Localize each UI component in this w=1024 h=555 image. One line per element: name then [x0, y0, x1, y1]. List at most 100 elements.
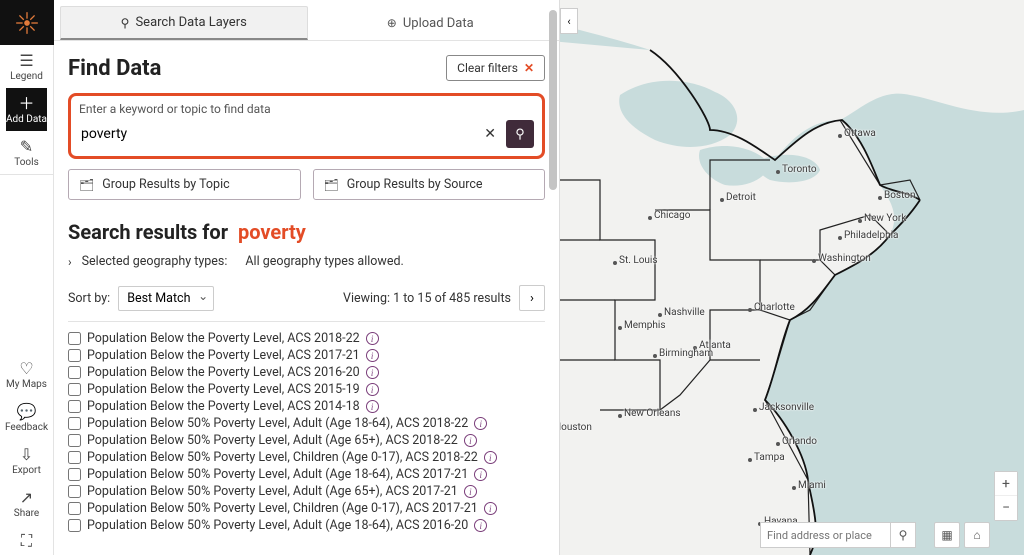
- next-page-button[interactable]: ›: [519, 285, 545, 311]
- city-label: Birmingham: [659, 348, 713, 359]
- rail-item-share[interactable]: ↗Share: [5, 482, 48, 525]
- zoom-control: + −: [994, 471, 1018, 521]
- result-checkbox[interactable]: [68, 400, 81, 413]
- results-title: Search results for poverty: [68, 220, 545, 244]
- result-item[interactable]: Population Below 50% Poverty Level, Adul…: [68, 432, 545, 449]
- result-checkbox[interactable]: [68, 502, 81, 515]
- city-label: Nashville: [664, 307, 705, 318]
- upload-icon: ⊕: [387, 16, 397, 30]
- zoom-in-button[interactable]: +: [995, 472, 1017, 496]
- search-button[interactable]: ⚲: [506, 120, 534, 148]
- city-label: Toronto: [782, 164, 817, 175]
- result-item[interactable]: Population Below the Poverty Level, ACS …: [68, 381, 545, 398]
- chevron-right-icon: ›: [68, 255, 72, 269]
- panel-title: Find Data: [68, 56, 161, 81]
- result-checkbox[interactable]: [68, 383, 81, 396]
- collapse-panel-button[interactable]: ‹: [560, 8, 578, 34]
- info-icon[interactable]: i: [474, 468, 487, 481]
- home-extent-button[interactable]: ⌂: [964, 522, 990, 548]
- info-icon[interactable]: i: [464, 485, 477, 498]
- sort-select[interactable]: Best Match: [118, 286, 214, 311]
- city-dot: [838, 134, 842, 138]
- result-checkbox[interactable]: [68, 451, 81, 464]
- info-icon[interactable]: i: [464, 434, 477, 447]
- city-dot: [776, 170, 780, 174]
- info-icon[interactable]: i: [484, 502, 497, 515]
- result-item[interactable]: Population Below 50% Poverty Level, Chil…: [68, 500, 545, 517]
- result-item[interactable]: Population Below 50% Poverty Level, Adul…: [68, 415, 545, 432]
- info-icon[interactable]: i: [366, 332, 379, 345]
- info-icon[interactable]: i: [366, 366, 379, 379]
- result-checkbox[interactable]: [68, 417, 81, 430]
- app-logo[interactable]: [0, 0, 54, 45]
- group-label: Group Results by Source: [347, 177, 483, 192]
- city-dot: [748, 458, 752, 462]
- result-item[interactable]: Population Below 50% Poverty Level, Chil…: [68, 449, 545, 466]
- city-dot: [613, 261, 617, 265]
- result-checkbox[interactable]: [68, 485, 81, 498]
- group-label: Group Results by Topic: [102, 177, 229, 192]
- zoom-out-button[interactable]: −: [995, 496, 1017, 520]
- result-item[interactable]: Population Below 50% Poverty Level, Adul…: [68, 466, 545, 483]
- result-item[interactable]: Population Below the Poverty Level, ACS …: [68, 330, 545, 347]
- result-label: Population Below 50% Poverty Level, Adul…: [87, 484, 458, 499]
- side-panel: ⚲ Search Data Layers ⊕ Upload Data Find …: [54, 0, 560, 555]
- clear-input-icon[interactable]: ✕: [478, 126, 502, 142]
- rail-item-my-maps[interactable]: ♡My Maps: [5, 353, 48, 396]
- group-by-source-button[interactable]: 🗂 Group Results by Source: [313, 169, 546, 200]
- rail-item-tools[interactable]: ✎ Tools: [6, 131, 47, 174]
- result-item[interactable]: Population Below the Poverty Level, ACS …: [68, 398, 545, 415]
- result-checkbox[interactable]: [68, 519, 81, 532]
- city-label: Detroit: [726, 192, 756, 203]
- result-checkbox[interactable]: [68, 434, 81, 447]
- rail-item-feedback[interactable]: 💬 Feedback: [5, 396, 48, 439]
- rail-item-add-data[interactable]: ＋Add Data: [6, 88, 47, 131]
- geo-label: Selected geography types:: [82, 254, 228, 269]
- tab-search-data[interactable]: ⚲ Search Data Layers: [60, 6, 308, 40]
- rail-item-fullscreen[interactable]: ⛶: [5, 525, 48, 555]
- search-icon: ⚲: [515, 127, 525, 142]
- result-checkbox[interactable]: [68, 366, 81, 379]
- basemap-button[interactable]: ▦: [934, 522, 960, 548]
- result-checkbox[interactable]: [68, 468, 81, 481]
- tools-icon: ✎: [20, 139, 33, 155]
- feedback-icon: 💬: [17, 404, 37, 420]
- add-data-icon: ＋: [18, 96, 34, 112]
- group-by-topic-button[interactable]: 🗂 Group Results by Topic: [68, 169, 301, 200]
- map-pane[interactable]: ‹ OttawaTorontoBostonNew YorkPhiladelphi…: [560, 0, 1024, 555]
- info-icon[interactable]: i: [474, 519, 487, 532]
- rail-label: Tools: [14, 157, 38, 168]
- rail-item-export[interactable]: ⇩Export: [5, 439, 48, 482]
- info-icon[interactable]: i: [366, 383, 379, 396]
- geo-value: All geography types allowed.: [245, 254, 403, 269]
- result-item[interactable]: Population Below 50% Poverty Level, Adul…: [68, 517, 545, 534]
- info-icon[interactable]: i: [366, 349, 379, 362]
- rail-item-legend[interactable]: ☰Legend: [6, 45, 47, 88]
- city-dot: [878, 196, 882, 200]
- rail-label: Legend: [10, 71, 43, 82]
- result-item[interactable]: Population Below 50% Poverty Level, Adul…: [68, 483, 545, 500]
- result-item[interactable]: Population Below the Poverty Level, ACS …: [68, 364, 545, 381]
- search-input[interactable]: [79, 122, 474, 146]
- city-dot: [792, 486, 796, 490]
- city-dot: [838, 236, 842, 240]
- result-label: Population Below the Poverty Level, ACS …: [87, 331, 360, 346]
- address-input[interactable]: [760, 522, 890, 548]
- info-icon[interactable]: i: [474, 417, 487, 430]
- search-label: Enter a keyword or topic to find data: [79, 102, 534, 116]
- info-icon[interactable]: i: [366, 400, 379, 413]
- result-checkbox[interactable]: [68, 332, 81, 345]
- map-tools: ▦ ⌂: [934, 522, 990, 548]
- result-item[interactable]: Population Below the Poverty Level, ACS …: [68, 347, 545, 364]
- panel-scrollbar[interactable]: [549, 0, 557, 555]
- geo-types-row[interactable]: › Selected geography types: All geograph…: [68, 254, 545, 269]
- result-checkbox[interactable]: [68, 349, 81, 362]
- rail-label: Feedback: [5, 422, 48, 433]
- sort-label: Sort by:: [68, 291, 110, 306]
- results-list: Population Below the Poverty Level, ACS …: [68, 330, 545, 551]
- tab-upload-data[interactable]: ⊕ Upload Data: [308, 6, 554, 40]
- basemap: [560, 0, 1024, 555]
- clear-filters-button[interactable]: Clear filters ✕: [446, 55, 545, 81]
- info-icon[interactable]: i: [484, 451, 497, 464]
- address-search-button[interactable]: ⚲: [890, 522, 916, 548]
